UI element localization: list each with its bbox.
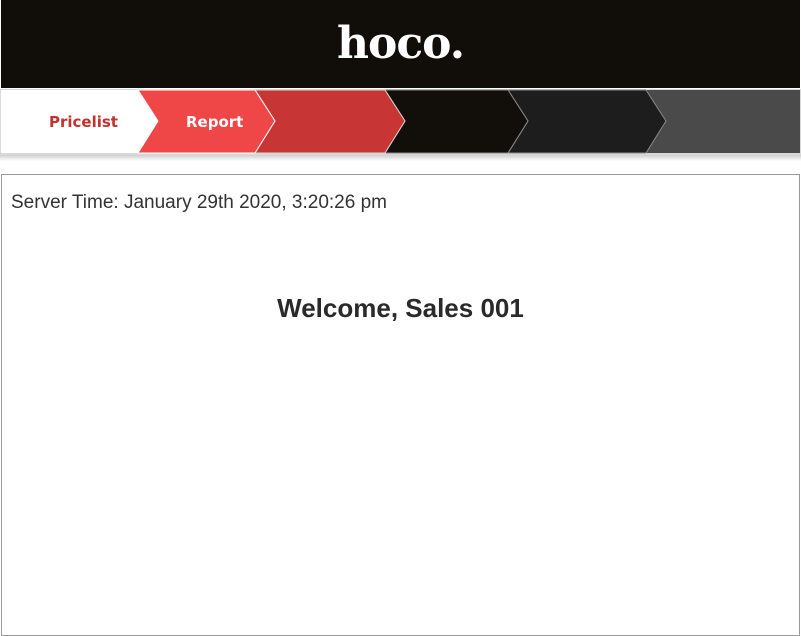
- welcome-heading: Welcome, Sales 001: [277, 293, 524, 323]
- nav-step-3[interactable]: [254, 89, 406, 154]
- header-bar: hoco.: [1, 0, 800, 88]
- chevron-nav-graphic: [1, 89, 800, 154]
- nav-step-5[interactable]: [507, 89, 667, 154]
- nav-shadow: [0, 155, 801, 161]
- server-time: Server Time: January 29th 2020, 3:20:26 …: [11, 192, 387, 213]
- nav-step-4[interactable]: [384, 89, 529, 154]
- nav-report-label[interactable]: Report: [186, 111, 243, 133]
- nav-step-6[interactable]: [646, 90, 800, 153]
- nav-pricelist-label[interactable]: Pricelist: [49, 111, 118, 133]
- hoco-logo[interactable]: hoco.: [1, 14, 800, 74]
- breadcrumb-nav: Pricelist Report: [0, 89, 801, 155]
- main-panel: Server Time: January 29th 2020, 3:20:26 …: [1, 174, 800, 636]
